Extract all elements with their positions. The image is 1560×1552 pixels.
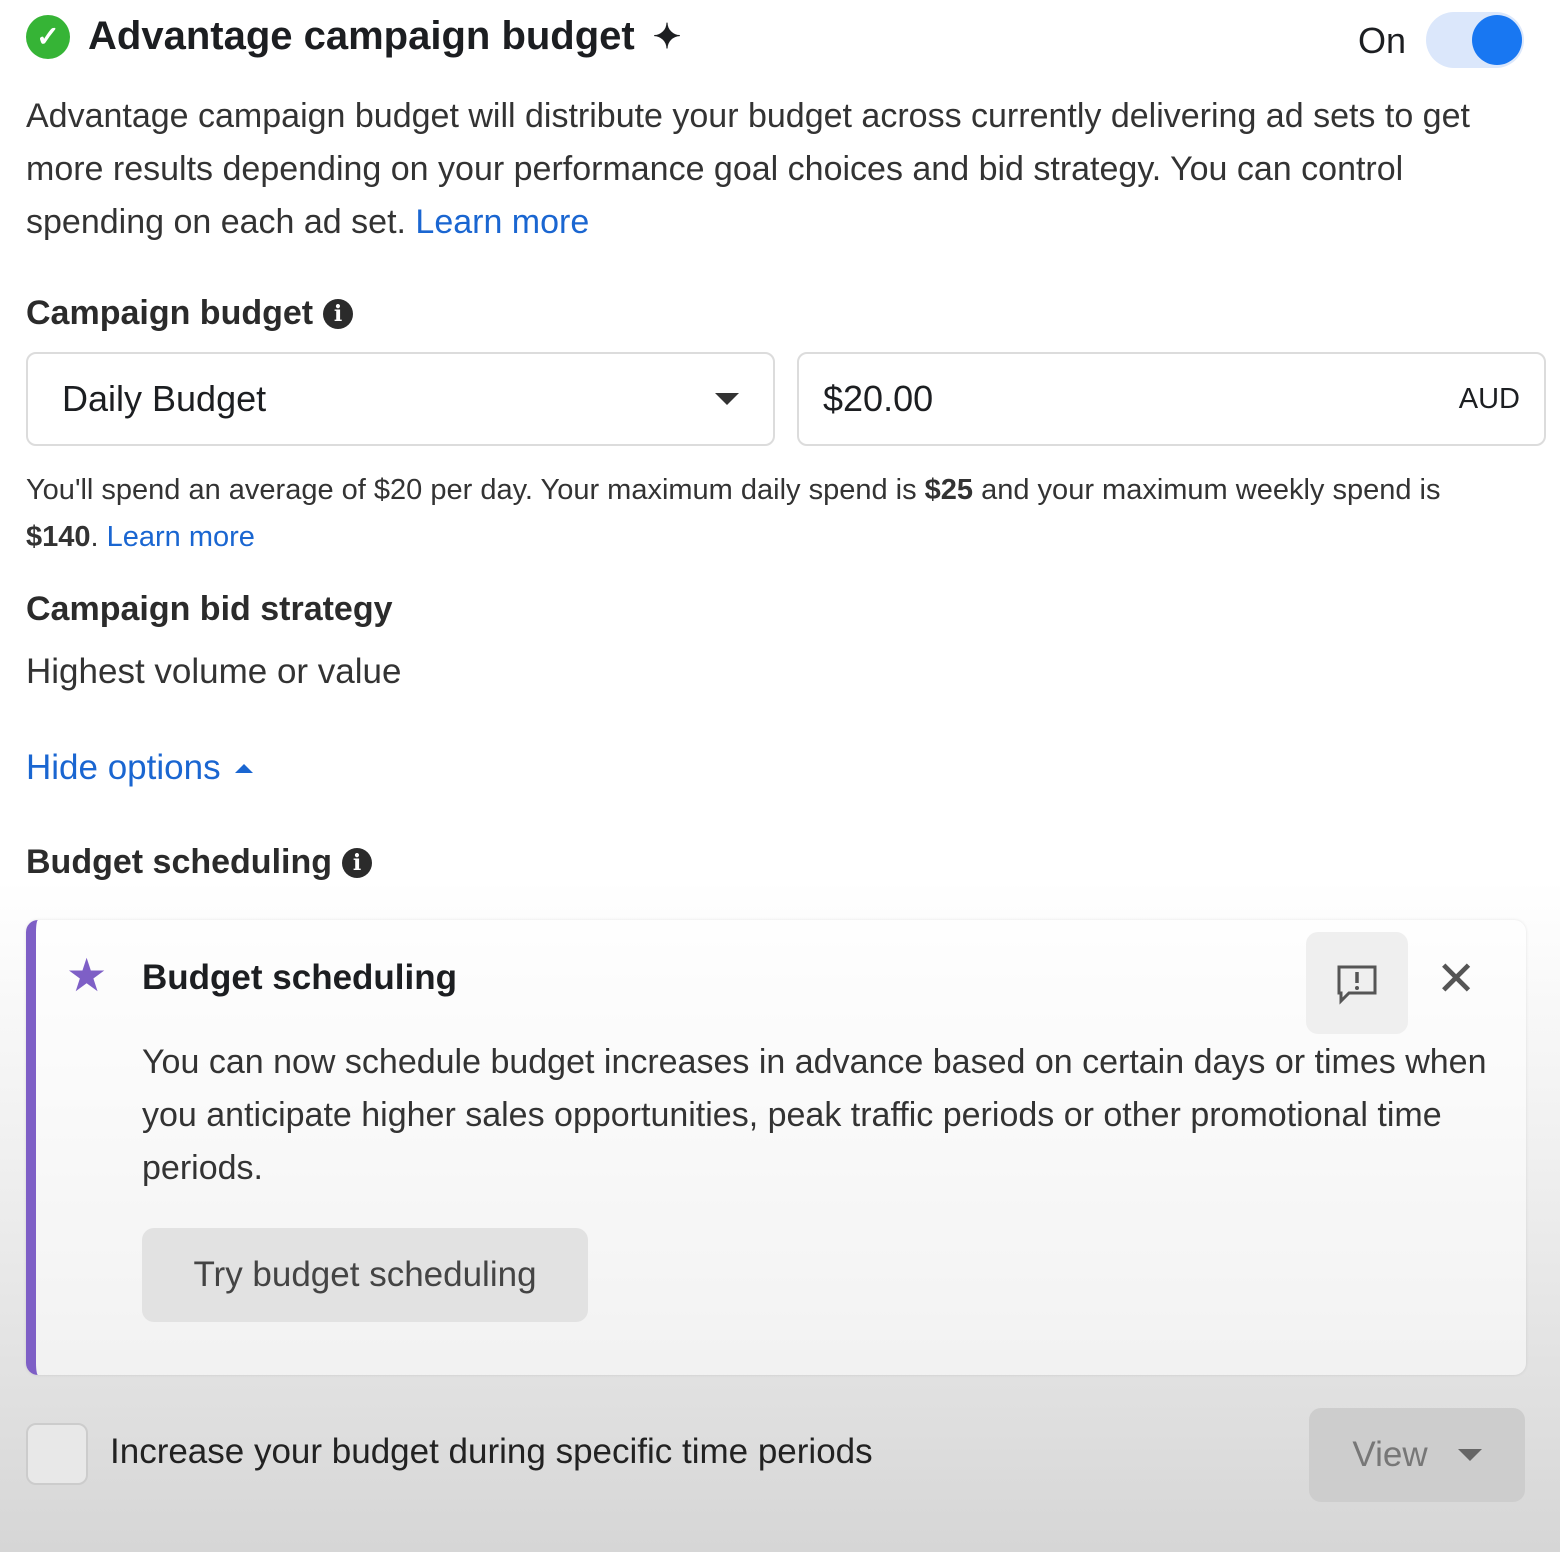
- close-icon[interactable]: ✕: [1436, 956, 1476, 1004]
- chevron-down-icon: [715, 393, 739, 405]
- heading-text: Budget scheduling: [26, 843, 332, 881]
- budget-note: You'll spend an average of $20 per day. …: [26, 467, 1506, 561]
- advantage-toggle[interactable]: [1426, 12, 1524, 68]
- max-weekly: $140: [26, 521, 91, 553]
- info-icon[interactable]: i: [342, 847, 372, 878]
- learn-more-link[interactable]: Learn more: [107, 521, 255, 553]
- button-text: View: [1352, 1435, 1428, 1474]
- select-value: Daily Budget: [62, 378, 267, 419]
- budget-amount-input[interactable]: $20.00 AUD: [797, 352, 1546, 446]
- description: Advantage campaign budget will distribut…: [26, 90, 1536, 249]
- section-title: ✓ Advantage campaign budget ✦: [26, 14, 681, 59]
- checkbox-label: Increase your budget during specific tim…: [110, 1432, 873, 1471]
- toggle-label: On: [1358, 20, 1407, 61]
- feedback-button[interactable]: [1306, 932, 1408, 1034]
- card-body: You can now schedule budget increases in…: [142, 1043, 1487, 1187]
- note-text: You'll spend an average of $20 per day. …: [26, 474, 925, 506]
- schedule-checkbox[interactable]: [26, 1423, 88, 1485]
- chevron-down-icon: [1457, 1449, 1482, 1461]
- feedback-icon: [1337, 965, 1377, 1005]
- amount-value: $20.00: [823, 378, 934, 419]
- bid-strategy-heading: Campaign bid strategy: [26, 590, 393, 628]
- currency-label: AUD: [1458, 382, 1520, 415]
- sparkle-icon: ✦: [652, 17, 682, 56]
- hide-options-link[interactable]: Hide options: [26, 748, 253, 788]
- title-text: Advantage campaign budget: [88, 14, 635, 58]
- try-budget-scheduling-button[interactable]: Try budget scheduling: [142, 1228, 588, 1322]
- heading-text: Campaign budget: [26, 294, 314, 332]
- info-icon[interactable]: i: [323, 298, 354, 329]
- note-text: .: [90, 521, 107, 553]
- budget-scheduling-heading: Budget scheduling i: [26, 843, 372, 882]
- bid-strategy-value: Highest volume or value: [26, 652, 402, 691]
- caret-up-icon: [234, 763, 253, 773]
- link-text: Hide options: [26, 748, 221, 787]
- card-title: Budget scheduling: [142, 958, 457, 997]
- max-daily: $25: [924, 474, 974, 506]
- budget-type-select[interactable]: Daily Budget: [26, 352, 775, 446]
- note-text: and your maximum weekly spend is: [973, 474, 1441, 506]
- budget-scheduling-card: ★ Budget scheduling ✕ You can now schedu…: [26, 920, 1526, 1375]
- star-icon: ★: [66, 949, 108, 1001]
- check-circle-icon: ✓: [26, 14, 70, 59]
- learn-more-link[interactable]: Learn more: [415, 203, 589, 241]
- view-button[interactable]: View: [1309, 1408, 1525, 1502]
- toggle-knob: [1472, 15, 1522, 65]
- campaign-budget-heading: Campaign budget i: [26, 294, 354, 333]
- description-text: Advantage campaign budget will distribut…: [26, 97, 1470, 241]
